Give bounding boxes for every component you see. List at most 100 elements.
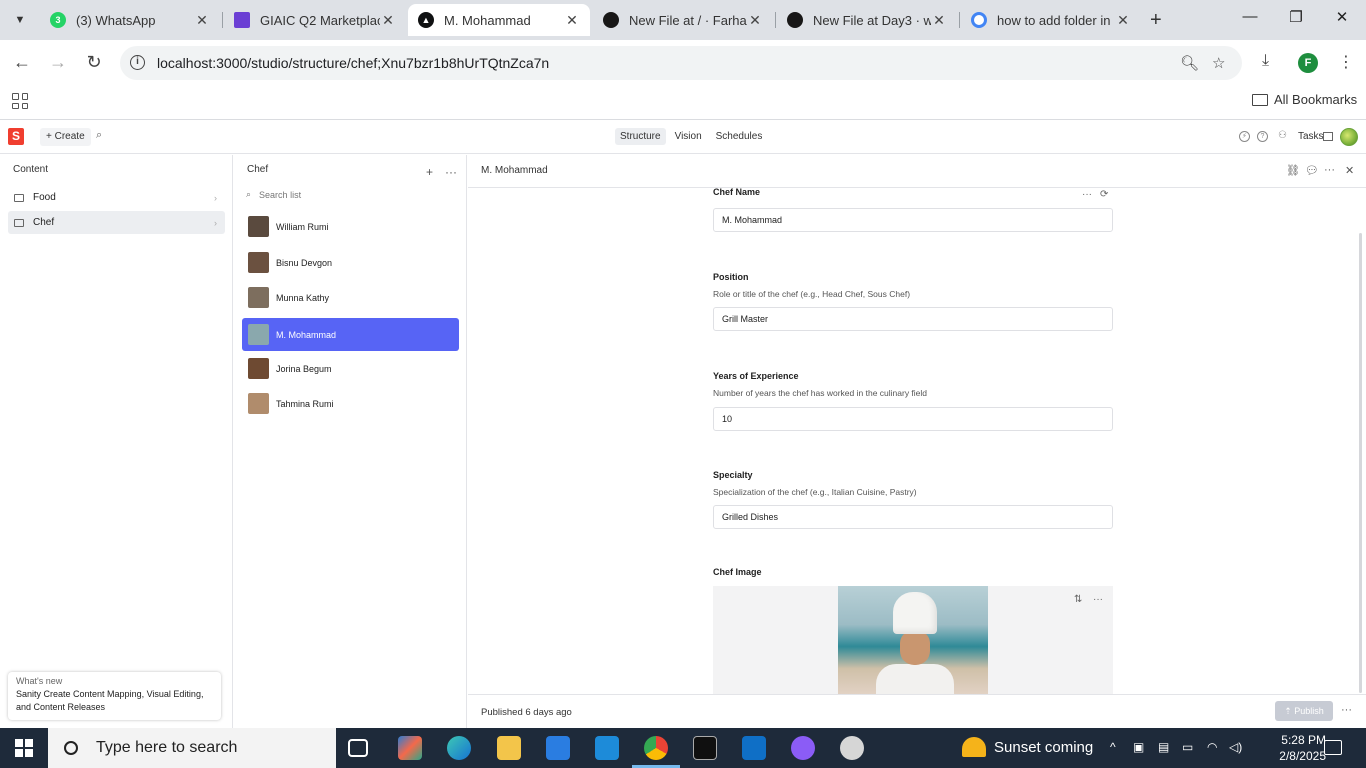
content-item-label: Chef bbox=[33, 217, 55, 228]
profile-avatar[interactable]: F bbox=[1298, 53, 1318, 73]
content-item-chef[interactable]: Chef › bbox=[8, 211, 225, 234]
tab-github-new-file[interactable]: New File at / · Farhan ✕ bbox=[593, 4, 773, 36]
apps-grid-icon[interactable] bbox=[12, 93, 28, 109]
link-icon[interactable]: ⛓ bbox=[1286, 164, 1300, 177]
tasks-label[interactable]: Tasks bbox=[1298, 131, 1324, 142]
tab-giaic[interactable]: GIAIC Q2 Marketplace ✕ bbox=[224, 4, 406, 36]
close-pane-icon[interactable]: ✕ bbox=[1345, 164, 1354, 177]
back-icon[interactable]: ← bbox=[10, 52, 34, 73]
crop-icon[interactable]: ⇅ bbox=[1074, 594, 1082, 605]
add-document-icon[interactable]: + bbox=[426, 165, 433, 179]
address-bar[interactable]: i localhost:3000/studio/structure/chef;X… bbox=[120, 46, 1242, 80]
tab-schedules[interactable]: Schedules bbox=[711, 128, 768, 145]
github-desktop-icon[interactable] bbox=[791, 736, 815, 760]
more-icon[interactable]: ··· bbox=[1093, 594, 1103, 605]
tab-separator bbox=[222, 12, 223, 28]
comment-icon[interactable]: 💬︎ bbox=[1305, 164, 1319, 177]
windows-start-icon[interactable] bbox=[15, 739, 33, 757]
close-icon[interactable]: ✕ bbox=[564, 12, 580, 29]
site-info-icon[interactable]: i bbox=[130, 55, 145, 70]
chevron-up-icon[interactable]: ^ bbox=[1110, 740, 1116, 754]
reload-icon[interactable]: ↻ bbox=[82, 52, 106, 73]
content-pane: Content Food › Chef › What's new Sanity … bbox=[0, 155, 233, 728]
task-view-icon[interactable] bbox=[348, 739, 368, 757]
tab-github-day3[interactable]: New File at Day3 · wa ✕ bbox=[777, 4, 957, 36]
mail-icon[interactable] bbox=[595, 736, 619, 760]
wifi-icon[interactable]: ◠ bbox=[1207, 740, 1217, 754]
restore-icon[interactable]: ❐ bbox=[1284, 8, 1308, 26]
scrollbar[interactable] bbox=[1359, 233, 1362, 693]
list-item[interactable]: Tahmina Rumi bbox=[242, 387, 459, 420]
chrome-icon[interactable] bbox=[644, 736, 668, 760]
menu-icon[interactable]: ⋮ bbox=[1338, 52, 1354, 72]
more-icon[interactable]: ··· bbox=[1082, 189, 1092, 200]
new-tab-icon[interactable]: + bbox=[1150, 9, 1162, 32]
forward-icon[interactable]: → bbox=[46, 52, 70, 73]
years-of-experience-input[interactable]: 10 bbox=[713, 407, 1113, 431]
display-icon[interactable]: ▤ bbox=[1158, 740, 1169, 754]
taskbar-clock[interactable]: 5:28 PM 2/8/2025 bbox=[1270, 732, 1326, 764]
list-search[interactable]: ⌕ Search list bbox=[246, 189, 301, 200]
content-item-food[interactable]: Food › bbox=[8, 186, 225, 209]
search-placeholder[interactable]: Search list bbox=[259, 190, 301, 200]
tab-search-icon[interactable]: ▼ bbox=[8, 8, 32, 32]
copilot-icon[interactable] bbox=[398, 736, 422, 760]
weather-widget[interactable]: Sunset coming bbox=[962, 737, 1093, 757]
edge-icon[interactable] bbox=[447, 736, 471, 760]
store-icon[interactable] bbox=[546, 736, 570, 760]
all-bookmarks-button[interactable]: All Bookmarks bbox=[1252, 92, 1357, 107]
more-icon[interactable]: ··· bbox=[1341, 704, 1352, 716]
taskbar-search[interactable]: Type here to search bbox=[48, 728, 336, 768]
paint-icon[interactable] bbox=[840, 736, 864, 760]
download-icon[interactable]: ⤓ bbox=[1262, 52, 1269, 70]
list-item[interactable]: William Rumi bbox=[242, 210, 459, 243]
close-icon[interactable]: ✕ bbox=[931, 12, 947, 29]
close-icon[interactable]: ✕ bbox=[194, 12, 210, 29]
meet-icon[interactable]: ▣ bbox=[1133, 740, 1144, 754]
specialty-input[interactable]: Grilled Dishes bbox=[713, 505, 1113, 529]
close-icon[interactable]: ✕ bbox=[1115, 12, 1131, 29]
search-icon[interactable]: ⌕ bbox=[96, 129, 102, 142]
chef-image-field[interactable]: ⇅ ··· bbox=[713, 586, 1113, 695]
taskbar-search-placeholder[interactable]: Type here to search bbox=[96, 739, 237, 757]
list-item-selected[interactable]: M. Mohammad bbox=[242, 318, 459, 351]
bookmark-star-icon[interactable]: ☆ bbox=[1212, 54, 1225, 72]
minimize-icon[interactable]: — bbox=[1238, 8, 1262, 25]
more-icon[interactable]: ··· bbox=[1324, 164, 1335, 176]
publish-button[interactable]: ⇡ Publish bbox=[1275, 701, 1333, 721]
create-button[interactable]: + Create bbox=[40, 128, 91, 146]
url-text[interactable]: localhost:3000/studio/structure/chef;Xnu… bbox=[157, 55, 549, 71]
whats-new-card[interactable]: What's new Sanity Create Content Mapping… bbox=[8, 672, 221, 720]
more-icon[interactable]: ··· bbox=[445, 165, 457, 179]
tasks-panel-icon[interactable] bbox=[1323, 132, 1333, 141]
vscode-icon[interactable] bbox=[742, 736, 766, 760]
zoom-icon[interactable]: 🔍︎ bbox=[1180, 54, 1199, 72]
volume-icon[interactable]: ◁) bbox=[1229, 740, 1242, 754]
battery-icon[interactable]: ▭ bbox=[1182, 740, 1193, 754]
presence-icon[interactable]: ⚡ bbox=[1239, 131, 1250, 142]
tab-google-search[interactable]: how to add folder in ✕ bbox=[961, 4, 1141, 36]
close-window-icon[interactable]: ✕ bbox=[1330, 8, 1354, 26]
tab-vision[interactable]: Vision bbox=[670, 128, 707, 145]
list-item[interactable]: Bisnu Devgon bbox=[242, 246, 459, 279]
user-avatar[interactable] bbox=[1340, 128, 1358, 146]
help-icon[interactable]: ? bbox=[1257, 131, 1268, 142]
sanity-logo[interactable]: S bbox=[8, 128, 24, 145]
close-icon[interactable]: ✕ bbox=[747, 12, 763, 29]
user-icon[interactable]: ⚇ bbox=[1277, 131, 1288, 142]
sun-icon bbox=[962, 737, 986, 757]
history-icon[interactable]: ⟳ bbox=[1100, 189, 1108, 200]
file-explorer-icon[interactable] bbox=[497, 736, 521, 760]
chef-photo bbox=[838, 586, 988, 695]
tab-whatsapp[interactable]: 3 (3) WhatsApp ✕ bbox=[40, 4, 220, 36]
chef-name-input[interactable]: M. Mohammad bbox=[713, 208, 1113, 232]
tab-m-mohammad[interactable]: ▲ M. Mohammad ✕ bbox=[408, 4, 590, 36]
list-item[interactable]: Munna Kathy bbox=[242, 281, 459, 314]
terminal-icon[interactable] bbox=[693, 736, 717, 760]
position-input[interactable]: Grill Master bbox=[713, 307, 1113, 331]
close-icon[interactable]: ✕ bbox=[380, 12, 396, 29]
tab-structure[interactable]: Structure bbox=[615, 128, 666, 145]
list-item[interactable]: Jorina Begum bbox=[242, 352, 459, 385]
windows-taskbar: Type here to search Sunset coming ^ ▣ ▤ … bbox=[0, 728, 1366, 768]
notification-icon[interactable] bbox=[1324, 740, 1342, 755]
